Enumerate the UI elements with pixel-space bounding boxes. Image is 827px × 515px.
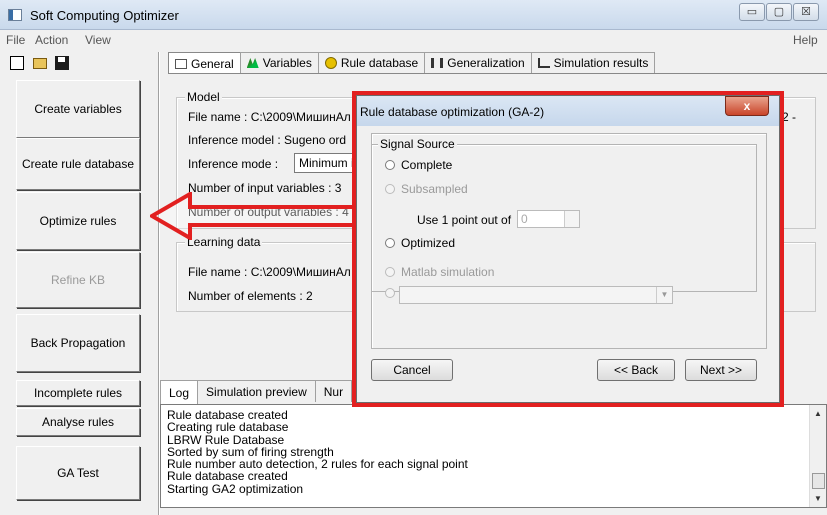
radio-subsampled-label: Subsampled bbox=[401, 182, 468, 196]
radio-matlab[interactable]: Matlab simulation bbox=[385, 265, 494, 279]
menu-view[interactable]: View bbox=[85, 33, 111, 47]
analyse-rules-button[interactable]: Analyse rules bbox=[16, 408, 140, 436]
window-controls: ▭ ▢ ☒ bbox=[738, 3, 819, 21]
num-elements: Number of elements : 2 bbox=[188, 289, 313, 303]
menu-action[interactable]: Action bbox=[35, 33, 68, 47]
radio-complete[interactable]: Complete bbox=[385, 158, 452, 172]
open-folder-icon[interactable] bbox=[33, 58, 47, 69]
new-file-icon[interactable] bbox=[10, 56, 24, 70]
inference-mode-select[interactable]: Minimum i bbox=[294, 153, 354, 173]
create-rule-database-button[interactable]: Create rule database bbox=[16, 138, 140, 190]
back-button[interactable]: << Back bbox=[597, 359, 675, 381]
radio-matlab-circle bbox=[385, 267, 395, 277]
save-disk-icon[interactable] bbox=[55, 56, 69, 70]
log-scrollbar[interactable]: ▲ ▼ bbox=[809, 405, 826, 507]
model-legend: Model bbox=[185, 90, 222, 104]
title-bar: Soft Computing Optimizer ▭ ▢ ☒ bbox=[0, 0, 827, 30]
scroll-up-icon[interactable]: ▲ bbox=[814, 409, 822, 418]
next-button[interactable]: Next >> bbox=[685, 359, 757, 381]
subsample-spinner[interactable]: 0 bbox=[517, 210, 580, 228]
source-combo[interactable]: ▼ bbox=[399, 286, 673, 304]
rule-database-tab-icon bbox=[324, 57, 337, 69]
maximize-button[interactable]: ▢ bbox=[766, 3, 792, 21]
radio-optimized-label: Optimized bbox=[401, 236, 456, 250]
tab-generalization-label: Generalization bbox=[447, 56, 525, 70]
radio-complete-label: Complete bbox=[401, 158, 453, 172]
ga-test-button[interactable]: GA Test bbox=[16, 446, 140, 500]
back-propagation-button[interactable]: Back Propagation bbox=[16, 314, 140, 372]
tab-log[interactable]: Log bbox=[160, 380, 199, 404]
tab-general-label: General bbox=[191, 56, 234, 71]
tab-variables-label: Variables bbox=[262, 56, 312, 70]
log-box[interactable]: Rule database created Creating rule data… bbox=[160, 404, 827, 508]
simulation-results-tab-icon bbox=[537, 58, 550, 68]
radio-custom[interactable] bbox=[385, 288, 395, 298]
radio-subsampled-circle bbox=[385, 184, 395, 194]
tab-variables[interactable]: Variables bbox=[239, 52, 319, 73]
log-line: Creating rule database bbox=[167, 420, 289, 435]
window-title: Soft Computing Optimizer bbox=[30, 8, 179, 23]
cancel-button[interactable]: Cancel bbox=[371, 359, 453, 381]
subsample-label: Use 1 point out of bbox=[417, 213, 512, 227]
menu-file[interactable]: File bbox=[6, 33, 25, 47]
dialog-title: Rule database optimization (GA-2) bbox=[360, 105, 545, 119]
model-file-name: File name : C:\2009\МишинАл bbox=[188, 110, 351, 124]
tab-simulation-preview[interactable]: Simulation preview bbox=[197, 380, 316, 402]
scroll-down-icon[interactable]: ▼ bbox=[814, 494, 822, 503]
refine-kb-button[interactable]: Refine KB bbox=[16, 252, 140, 308]
radio-optimized[interactable]: Optimized bbox=[385, 236, 455, 250]
optimize-rules-button[interactable]: Optimize rules bbox=[16, 192, 140, 250]
menu-help[interactable]: Help bbox=[793, 33, 818, 47]
scroll-thumb[interactable] bbox=[812, 473, 825, 489]
tab-generalization[interactable]: Generalization bbox=[424, 52, 532, 73]
model-file-name-tail: 2 - bbox=[782, 110, 797, 124]
main-tabs: General Variables Rule database Generali… bbox=[168, 52, 656, 74]
dialog-title-bar: Rule database optimization (GA-2) x bbox=[357, 96, 779, 126]
menu-bar: File Action View Help bbox=[0, 32, 827, 48]
tab-general[interactable]: General bbox=[168, 52, 241, 74]
minimize-button[interactable]: ▭ bbox=[739, 3, 765, 21]
radio-matlab-label: Matlab simulation bbox=[401, 265, 495, 279]
radio-complete-circle bbox=[385, 160, 395, 170]
radio-subsampled[interactable]: Subsampled bbox=[385, 182, 468, 196]
radio-custom-circle bbox=[385, 288, 395, 298]
log-line: Rule database created bbox=[167, 469, 288, 484]
create-variables-button[interactable]: Create variables bbox=[16, 80, 140, 138]
log-line: Starting GA2 optimization bbox=[167, 481, 304, 496]
tab-simulation-results-label: Simulation results bbox=[553, 56, 649, 70]
tab-num[interactable]: Nur bbox=[314, 380, 353, 402]
general-tab-icon bbox=[175, 58, 187, 69]
chevron-down-icon: ▼ bbox=[656, 287, 672, 303]
app-icon bbox=[8, 9, 22, 21]
learning-file-name: File name : C:\2009\МишинАл bbox=[188, 265, 351, 279]
signal-source-legend: Signal Source bbox=[378, 137, 457, 151]
tab-simulation-results[interactable]: Simulation results bbox=[530, 52, 656, 73]
inference-model: Inference model : Sugeno ord bbox=[188, 133, 347, 147]
tab-rule-database[interactable]: Rule database bbox=[317, 52, 426, 73]
inference-mode-label: Inference mode : bbox=[188, 157, 279, 171]
generalization-tab-icon bbox=[431, 58, 444, 68]
red-arrow-annotation bbox=[150, 192, 380, 240]
dialog-close-button[interactable]: x bbox=[725, 96, 769, 116]
log-lines: Rule database created Creating rule data… bbox=[167, 409, 468, 495]
close-button[interactable]: ☒ bbox=[793, 3, 819, 21]
optimization-dialog: Rule database optimization (GA-2) x Sign… bbox=[356, 95, 780, 403]
log-tabs: Log Simulation preview Nur bbox=[160, 380, 353, 404]
tab-rule-database-label: Rule database bbox=[340, 56, 419, 70]
incomplete-rules-button[interactable]: Incomplete rules bbox=[16, 380, 140, 406]
variables-tab-icon bbox=[246, 58, 259, 68]
radio-optimized-circle bbox=[385, 238, 395, 248]
